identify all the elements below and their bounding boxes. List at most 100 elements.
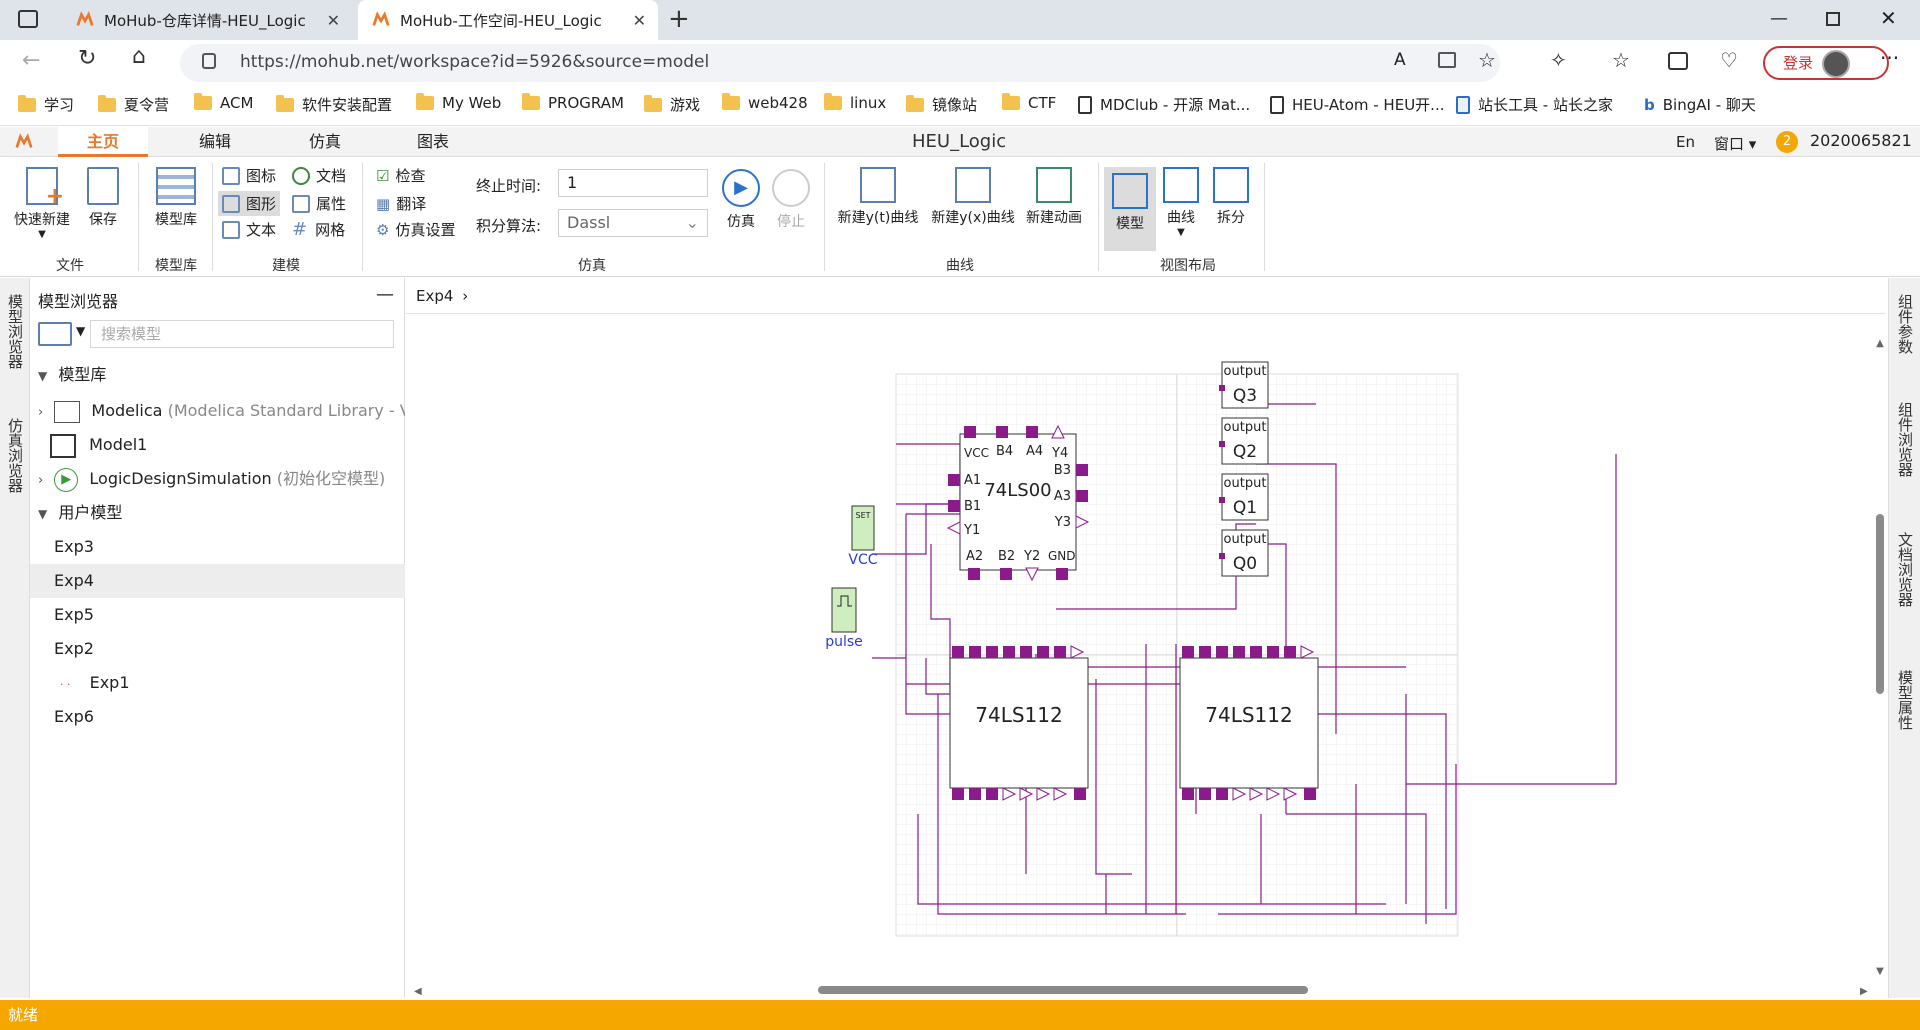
scroll-left-icon[interactable]: ◀ bbox=[414, 986, 422, 997]
chip-74ls112-left[interactable]: 74LS112 bbox=[949, 645, 1089, 801]
tree-item-exp6[interactable]: Exp6 bbox=[30, 700, 405, 734]
bookmark-item[interactable]: 游戏 bbox=[644, 94, 700, 115]
tab-simulation[interactable]: 仿真 bbox=[280, 127, 370, 157]
end-time-input[interactable]: 1 bbox=[558, 169, 708, 197]
tree-item-exp4[interactable]: Exp4 bbox=[30, 564, 405, 598]
close-tab-icon[interactable]: ✕ bbox=[327, 11, 340, 30]
horizontal-scrollbar[interactable] bbox=[818, 986, 1308, 994]
tree-item-model1[interactable]: Model1 bbox=[30, 428, 405, 462]
tree-item-exp5[interactable]: Exp5 bbox=[30, 598, 405, 632]
vertical-scrollbar[interactable] bbox=[1876, 514, 1884, 694]
home-icon[interactable]: ⌂ bbox=[132, 44, 146, 69]
tree-header-library[interactable]: ▼ 模型库 bbox=[30, 358, 405, 392]
notification-badge[interactable]: 2 bbox=[1776, 131, 1798, 153]
more-icon[interactable]: ··· bbox=[1880, 46, 1899, 70]
source-pulse[interactable]: pulse bbox=[825, 587, 863, 650]
tab-actions-icon[interactable] bbox=[18, 10, 38, 28]
tree-item-exp3[interactable]: Exp3 bbox=[30, 530, 405, 564]
run-simulation-button[interactable]: ▶ 仿真 bbox=[718, 169, 764, 231]
output-block-q0[interactable]: output Q0 bbox=[1219, 529, 1269, 577]
doc-browser-tab[interactable]: 文档浏览器 bbox=[1895, 532, 1916, 607]
tree-item-exp1[interactable]: · · Exp1 bbox=[30, 666, 405, 700]
grid-toggle-button[interactable]: # 网格 bbox=[292, 219, 345, 240]
diagram-canvas[interactable]: output Q3 output Q2 output Q1 output Q0 … bbox=[406, 314, 1886, 998]
output-block-q2[interactable]: output Q2 bbox=[1219, 417, 1269, 465]
bookmark-item[interactable]: 学习 bbox=[18, 94, 74, 115]
bookmark-item[interactable]: web428 bbox=[722, 93, 808, 112]
tree-item-logic-design[interactable]: › ▶ LogicDesignSimulation (初始化空模型) bbox=[30, 462, 405, 496]
scroll-right-icon[interactable]: ▶ bbox=[1860, 986, 1868, 997]
shape-view-button[interactable]: 图形 bbox=[218, 191, 281, 216]
new-animation-button[interactable]: 新建动画 bbox=[1020, 167, 1088, 227]
reload-icon[interactable]: ↻ bbox=[78, 46, 96, 71]
model-library-button[interactable]: 模型库 bbox=[146, 167, 206, 229]
tab-home[interactable]: 主页 bbox=[58, 127, 148, 157]
collapse-panel-icon[interactable]: — bbox=[376, 284, 394, 305]
tree-header-user[interactable]: ▼ 用户模型 bbox=[30, 496, 405, 530]
bookmark-item[interactable]: ACM bbox=[194, 93, 253, 112]
performance-icon[interactable]: ♡ bbox=[1720, 48, 1738, 72]
collections-icon[interactable] bbox=[1668, 52, 1688, 70]
model-view-button[interactable]: 模型 bbox=[1104, 167, 1156, 251]
chip-74ls00[interactable]: 74LS00 VCC B4 A4 Y4 A1 B1 Y1 B3 A3 Y3 A2… bbox=[946, 424, 1090, 582]
language-switch[interactable]: En bbox=[1676, 133, 1695, 151]
model-browser-tab[interactable]: 模型浏览器 bbox=[5, 294, 26, 369]
output-block-q3[interactable]: output Q3 bbox=[1219, 361, 1269, 409]
new-tab-button[interactable]: + bbox=[668, 4, 690, 34]
window-menu[interactable]: 窗口 ▾ bbox=[1714, 133, 1756, 154]
icon-view-button[interactable]: 图标 bbox=[222, 165, 276, 186]
extensions-icon[interactable]: ✧ bbox=[1550, 48, 1567, 72]
algorithm-select[interactable]: Dassl ⌄ bbox=[558, 209, 708, 237]
component-params-tab[interactable]: 组件参数 bbox=[1895, 294, 1916, 354]
browser-tab-workspace[interactable]: MoHub-工作空间-HEU_Logic ✕ bbox=[358, 0, 658, 40]
read-aloud-icon[interactable]: A bbox=[1394, 50, 1406, 70]
bookmark-item[interactable]: CTF bbox=[1002, 93, 1056, 112]
favorites-icon[interactable]: ☆ bbox=[1612, 48, 1630, 72]
tree-item-modelica[interactable]: › Modelica (Modelica Standard Library - … bbox=[30, 394, 405, 428]
avatar[interactable] bbox=[1822, 50, 1850, 78]
text-view-button[interactable]: 文本 bbox=[222, 219, 276, 240]
bookmark-item[interactable]: 镜像站 bbox=[906, 94, 977, 115]
sim-settings-button[interactable]: ⚙ 仿真设置 bbox=[376, 219, 455, 240]
restore-button[interactable] bbox=[1826, 12, 1840, 26]
model-props-tab[interactable]: 模型属性 bbox=[1895, 670, 1916, 730]
check-button[interactable]: ☑ 检查 bbox=[376, 165, 425, 186]
view-mode-icon[interactable] bbox=[38, 322, 72, 346]
back-icon[interactable]: ← bbox=[22, 48, 40, 73]
reader-icon[interactable] bbox=[1438, 52, 1456, 68]
doc-view-button[interactable]: 文档 bbox=[292, 165, 346, 186]
bookmark-item[interactable]: 站长工具 - 站长之家 bbox=[1456, 94, 1613, 115]
quick-new-button[interactable]: + 快速新建 ▼ bbox=[10, 167, 74, 240]
tab-chart[interactable]: 图表 bbox=[388, 127, 478, 157]
property-view-button[interactable]: 属性 bbox=[292, 193, 346, 214]
translate-button[interactable]: ▦ 翻译 bbox=[376, 193, 426, 214]
bookmark-item[interactable]: My Web bbox=[416, 93, 501, 112]
bookmark-item[interactable]: MDClub - 开源 Mat... bbox=[1078, 94, 1250, 115]
user-id[interactable]: 2020065821 bbox=[1810, 131, 1912, 150]
bookmark-item[interactable]: linux bbox=[824, 93, 886, 112]
output-block-q1[interactable]: output Q1 bbox=[1219, 473, 1269, 521]
stop-simulation-button[interactable]: 停止 bbox=[768, 169, 814, 231]
curve-view-button[interactable]: 曲线 ▼ bbox=[1160, 167, 1202, 238]
breadcrumb-item[interactable]: Exp4 bbox=[416, 287, 453, 305]
address-bar[interactable]: https://mohub.net/workspace?id=5926&sour… bbox=[180, 44, 1500, 82]
scroll-down-icon[interactable]: ▼ bbox=[1876, 966, 1884, 977]
browser-tab-repo[interactable]: MoHub-仓库详情-HEU_Logic ✕ bbox=[62, 0, 352, 40]
source-vcc[interactable]: SET VCC bbox=[848, 505, 878, 568]
tab-edit[interactable]: 编辑 bbox=[170, 127, 260, 157]
scroll-up-icon[interactable]: ▲ bbox=[1876, 338, 1884, 349]
sim-browser-tab[interactable]: 仿真浏览器 bbox=[5, 418, 26, 493]
save-button[interactable]: 保存 bbox=[80, 167, 126, 229]
component-browser-tab[interactable]: 组件浏览器 bbox=[1895, 402, 1916, 477]
minimize-button[interactable]: — bbox=[1770, 8, 1788, 29]
bookmark-item[interactable]: 夏令营 bbox=[98, 94, 169, 115]
chip-74ls112-right[interactable]: 74LS112 bbox=[1179, 645, 1319, 801]
bookmark-item[interactable]: HEU-Atom - HEU开... bbox=[1270, 94, 1444, 115]
new-yx-curve-button[interactable]: 新建y(x)曲线 bbox=[926, 167, 1020, 227]
bookmark-item[interactable]: PROGRAM bbox=[522, 93, 624, 112]
tree-item-exp2[interactable]: Exp2 bbox=[30, 632, 405, 666]
chevron-down-icon[interactable]: ▼ bbox=[76, 324, 85, 338]
favorite-add-icon[interactable]: ☆ bbox=[1478, 48, 1496, 72]
bookmark-item[interactable]: b BingAI - 聊天 bbox=[1644, 94, 1756, 115]
new-yt-curve-button[interactable]: 新建y(t)曲线 bbox=[832, 167, 924, 227]
